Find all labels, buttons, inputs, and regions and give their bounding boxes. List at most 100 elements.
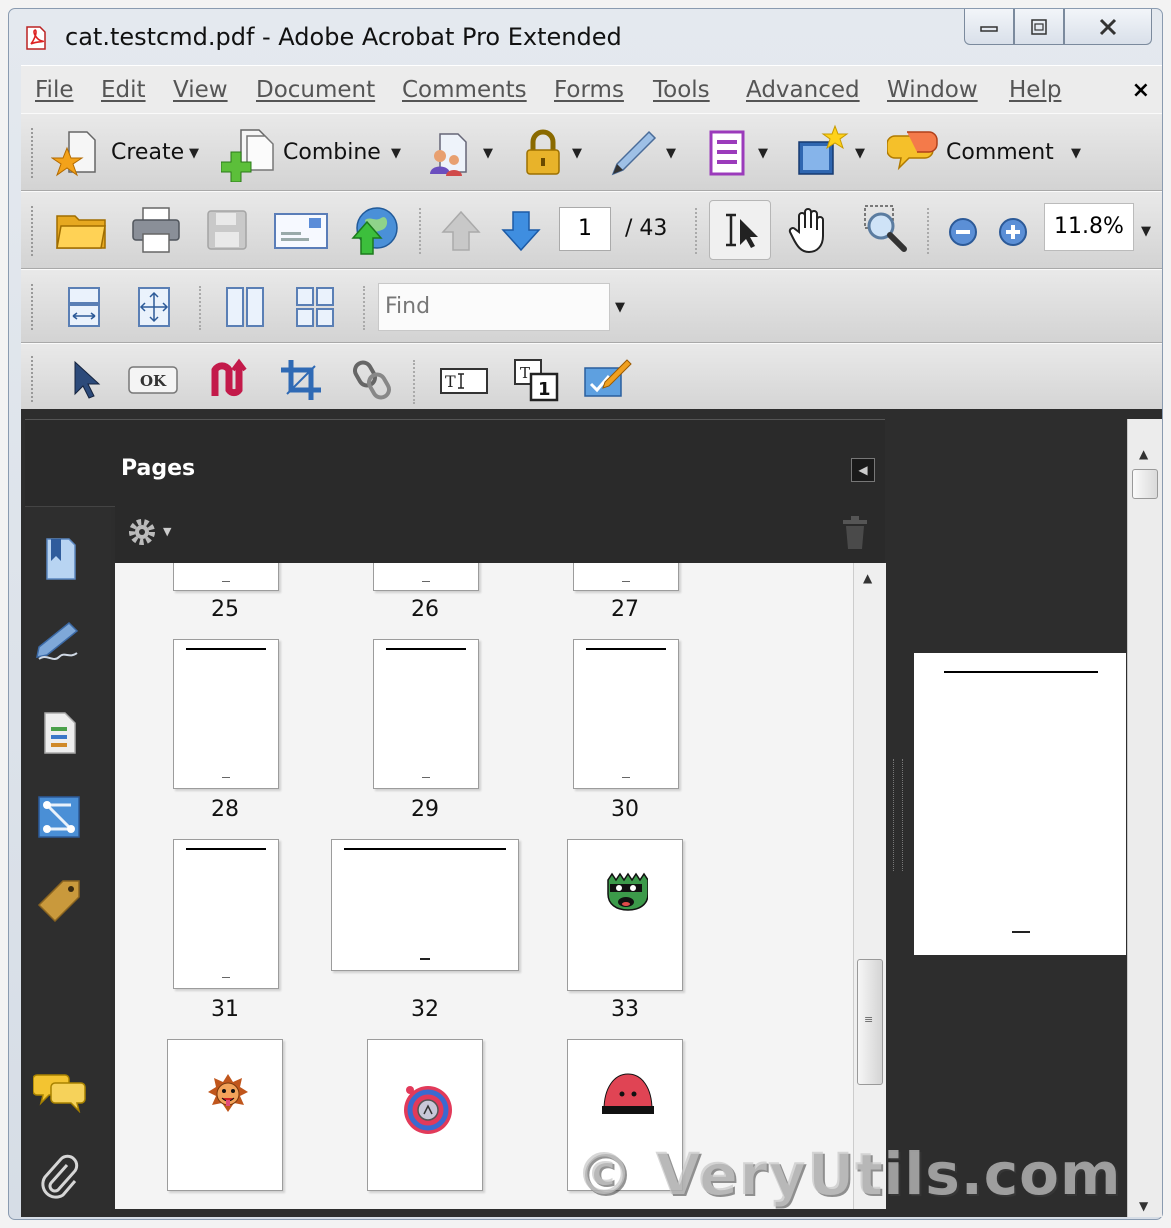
menu-view[interactable]: View xyxy=(173,77,228,103)
restore-icon xyxy=(1031,18,1047,35)
combine-label[interactable]: Combine xyxy=(283,140,381,165)
attachments-paperclip-icon[interactable] xyxy=(39,1153,79,1201)
save-disk-icon[interactable] xyxy=(205,208,249,252)
collapse-panel-button[interactable]: ◀ xyxy=(851,458,875,482)
menu-comments[interactable]: Comments xyxy=(402,77,527,103)
collaborate-icon[interactable] xyxy=(426,130,476,178)
signatures-icon[interactable] xyxy=(35,619,83,667)
toolbar-grip[interactable] xyxy=(31,128,39,178)
menu-advanced[interactable]: Advanced xyxy=(746,77,860,103)
toolbar-grip[interactable] xyxy=(31,284,39,330)
page-thumbnail-29[interactable] xyxy=(373,639,479,789)
crop-tool-icon[interactable] xyxy=(279,358,323,402)
pdf-link-icon[interactable] xyxy=(207,358,251,402)
two-page-scroll-icon[interactable] xyxy=(295,286,335,328)
create-dropdown-icon[interactable]: ▼ xyxy=(189,146,199,161)
options-dropdown-icon[interactable]: ▼ xyxy=(163,525,171,538)
scroll-up-arrow-icon[interactable]: ▲ xyxy=(863,571,872,585)
page-thumbnail-31[interactable] xyxy=(173,839,279,989)
menu-edit[interactable]: Edit xyxy=(101,77,146,103)
maximize-button[interactable] xyxy=(1014,9,1064,45)
menu-document[interactable]: Document xyxy=(256,77,375,103)
model-tree-icon[interactable] xyxy=(37,795,81,839)
multimedia-icon[interactable] xyxy=(795,124,849,180)
menu-window[interactable]: Window xyxy=(887,77,978,103)
sign-pen-icon[interactable] xyxy=(609,128,659,178)
document-scrollbar[interactable]: ▲ ▼ xyxy=(1127,419,1162,1217)
create-label[interactable]: Create xyxy=(111,140,184,165)
zoom-level-input[interactable]: 11.8% xyxy=(1044,203,1134,251)
toolbar-grip[interactable] xyxy=(31,206,39,256)
delete-trash-icon[interactable] xyxy=(841,515,869,551)
fit-width-icon[interactable] xyxy=(67,286,101,328)
document-scroll-thumb[interactable] xyxy=(1132,469,1158,499)
forms-dropdown-icon[interactable]: ▼ xyxy=(758,146,768,161)
thumbnails-scrollbar[interactable]: ▲ ≡ xyxy=(853,563,886,1209)
email-icon[interactable] xyxy=(273,210,329,252)
print-icon[interactable] xyxy=(131,206,181,254)
page-thumbnail-26[interactable] xyxy=(373,563,479,591)
comment-dropdown-icon[interactable]: ▼ xyxy=(1071,146,1081,161)
doc-scroll-down-icon[interactable]: ▼ xyxy=(1139,1199,1148,1213)
menu-forms[interactable]: Forms xyxy=(554,77,624,103)
page-thumbnail-32[interactable] xyxy=(331,839,519,971)
page-thumbnail-34[interactable] xyxy=(167,1039,283,1191)
page-thumbnail-27[interactable] xyxy=(573,563,679,591)
menu-file[interactable]: File xyxy=(35,77,74,103)
comment-icon[interactable] xyxy=(887,128,939,176)
select-object-icon[interactable] xyxy=(71,360,101,400)
multimedia-dropdown-icon[interactable]: ▼ xyxy=(855,146,865,161)
page-thumbnail-33[interactable] xyxy=(567,839,683,991)
comment-label[interactable]: Comment xyxy=(946,140,1054,165)
options-gear-icon[interactable] xyxy=(127,517,157,547)
open-folder-icon[interactable] xyxy=(55,208,109,252)
menu-tools[interactable]: Tools xyxy=(653,77,710,103)
create-pdf-icon[interactable] xyxy=(51,126,103,180)
edit-object-icon[interactable] xyxy=(583,358,633,402)
collaborate-dropdown-icon[interactable]: ▼ xyxy=(483,146,493,161)
combine-dropdown-icon[interactable]: ▼ xyxy=(391,146,401,161)
fit-page-icon[interactable] xyxy=(137,286,171,328)
previous-page-icon[interactable] xyxy=(439,208,483,254)
sign-dropdown-icon[interactable]: ▼ xyxy=(666,146,676,161)
toolbar-grip[interactable] xyxy=(31,356,39,402)
zoom-in-icon[interactable] xyxy=(997,216,1029,248)
page-thumbnail-35[interactable] xyxy=(367,1039,483,1191)
find-input[interactable]: Find xyxy=(378,283,610,331)
page-thumbnail-30[interactable] xyxy=(573,639,679,789)
hand-tool-icon[interactable] xyxy=(787,206,831,254)
secure-lock-icon[interactable] xyxy=(521,128,565,178)
page-number-field-icon[interactable]: T 1 xyxy=(513,358,561,404)
page-number-input[interactable]: 1 xyxy=(559,207,611,251)
bookmarks-icon[interactable] xyxy=(39,535,79,583)
touchup-text-icon[interactable]: T xyxy=(439,366,489,396)
zoom-dropdown-icon[interactable]: ▼ xyxy=(1141,224,1151,239)
layers-icon[interactable] xyxy=(39,709,79,757)
menu-help[interactable]: Help xyxy=(1009,77,1061,103)
button-tool-icon[interactable]: OK xyxy=(127,364,179,396)
select-tool-button[interactable] xyxy=(709,200,771,260)
forms-icon[interactable] xyxy=(707,128,747,178)
page-thumbnail-25[interactable] xyxy=(173,563,279,591)
minimize-button[interactable] xyxy=(964,9,1014,45)
tags-icon[interactable] xyxy=(37,879,81,923)
close-button[interactable] xyxy=(1064,9,1152,45)
marquee-zoom-icon[interactable] xyxy=(861,204,909,256)
menu-close-button[interactable]: × xyxy=(1132,78,1150,103)
secure-dropdown-icon[interactable]: ▼ xyxy=(572,146,582,161)
two-page-view-icon[interactable] xyxy=(225,286,265,328)
pane-splitter[interactable] xyxy=(893,759,903,871)
combine-files-icon[interactable] xyxy=(221,126,275,182)
thumbnails-scroll-thumb[interactable]: ≡ xyxy=(857,959,883,1085)
zoom-out-icon[interactable] xyxy=(947,216,979,248)
find-dropdown-icon[interactable]: ▼ xyxy=(615,300,625,315)
next-page-icon[interactable] xyxy=(499,208,543,254)
upload-globe-icon[interactable] xyxy=(347,204,399,256)
comments-panel-icon[interactable] xyxy=(33,1069,87,1113)
page-thumbnail-28[interactable] xyxy=(173,639,279,789)
link-chain-icon[interactable] xyxy=(353,358,393,402)
red-blob-creature-icon xyxy=(602,1073,654,1114)
acrobat-window: cat.testcmd.pdf - Adobe Acrobat Pro Exte… xyxy=(8,8,1163,1220)
navigation-toolbar: 1 / 43 11.8% ▼ xyxy=(21,191,1162,269)
doc-scroll-up-icon[interactable]: ▲ xyxy=(1139,447,1148,461)
